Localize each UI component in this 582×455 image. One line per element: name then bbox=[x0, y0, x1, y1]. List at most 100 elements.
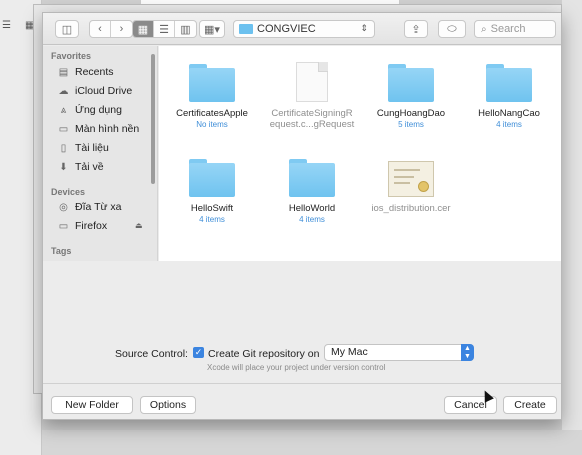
recents-icon: ▤ bbox=[58, 66, 69, 78]
search-placeholder: Search bbox=[490, 23, 526, 35]
sidebar-item-label: iCloud Drive bbox=[75, 85, 133, 97]
eject-icon[interactable]: ⏏ bbox=[135, 221, 143, 230]
file-item[interactable]: HelloSwift 4 items bbox=[162, 159, 262, 225]
new-folder-button[interactable]: New Folder bbox=[51, 396, 133, 414]
sidebar-item-label: Tài liệu bbox=[75, 142, 109, 154]
path-folder-label: CONGVIEC bbox=[257, 23, 316, 35]
file-item[interactable]: ios_distribution.cer bbox=[361, 159, 461, 214]
icon-view-button[interactable]: ▦ bbox=[133, 21, 154, 37]
file-name: HelloWorld bbox=[288, 203, 336, 214]
repository-location-popup[interactable]: My Mac ▲ ▼ bbox=[324, 344, 474, 361]
search-field[interactable]: ⌕ Search bbox=[474, 20, 556, 38]
chevron-right-icon: › bbox=[119, 23, 124, 35]
tags-heading: Tags bbox=[51, 246, 72, 256]
git-repository-checkbox[interactable]: ✓ bbox=[193, 347, 204, 358]
folder-icon bbox=[388, 64, 434, 102]
sidebar-icon: ◫ bbox=[61, 23, 73, 36]
repository-location-value: My Mac bbox=[331, 346, 368, 358]
desktop-icon: ▭ bbox=[58, 123, 69, 135]
folder-icon bbox=[486, 64, 532, 102]
sidebar-item-label: Recents bbox=[75, 66, 114, 78]
file-name: CertificateSigningR equest.c...gRequest bbox=[269, 108, 355, 130]
file-item[interactable]: HelloWorld 4 items bbox=[262, 159, 362, 225]
options-area: Source Control: ✓ Create Git repository … bbox=[43, 261, 561, 383]
sidebar-item-label: Đĩa Từ xa bbox=[75, 201, 122, 213]
updown-chevron-icon: ▲ ▼ bbox=[461, 344, 474, 361]
chevron-left-icon: ‹ bbox=[98, 23, 102, 35]
sidebar-item-downloads[interactable]: ⬇ Tải về bbox=[57, 159, 104, 175]
file-name: HelloSwift bbox=[190, 203, 234, 214]
background-glyph-icon: ☰ bbox=[2, 20, 11, 31]
item-count: 5 items bbox=[398, 120, 424, 129]
sidebar-item-recents[interactable]: ▤ Recents bbox=[57, 64, 114, 80]
sidebar-item-applications[interactable]: ⩓ Ứng dụng bbox=[57, 102, 122, 118]
back-forward-control: ‹ › bbox=[89, 20, 133, 38]
folder-icon bbox=[239, 24, 253, 34]
certificate-icon bbox=[388, 161, 434, 197]
file-item[interactable]: CertificateSigningR equest.c...gRequest bbox=[262, 62, 362, 130]
sidebar-item-label: Firefox bbox=[75, 220, 108, 232]
search-icon: ⌕ bbox=[481, 23, 487, 35]
downloads-icon: ⬇ bbox=[59, 161, 68, 173]
path-popup[interactable]: CONGVIEC ⇕ bbox=[233, 20, 375, 38]
share-icon: ⇪ bbox=[411, 23, 421, 36]
disk-icon: ◎ bbox=[59, 201, 68, 213]
view-mode-control: ▦ ☰ ▥ bbox=[132, 20, 197, 38]
applications-icon: ⩓ bbox=[60, 104, 67, 116]
columns-icon: ▥ bbox=[180, 23, 191, 36]
sidebar-item-desktop[interactable]: ▭ Màn hình nền bbox=[57, 121, 139, 137]
item-count: No items bbox=[196, 120, 228, 129]
document-icon bbox=[296, 62, 328, 102]
share-button[interactable]: ⇪ bbox=[404, 20, 428, 38]
item-count: 4 items bbox=[199, 215, 225, 224]
sidebar-item-icloud-drive[interactable]: ☁ iCloud Drive bbox=[57, 83, 133, 99]
tag-icon: ⬭ bbox=[447, 22, 457, 35]
file-name: CertificatesApple bbox=[176, 108, 248, 119]
folder-icon bbox=[189, 64, 235, 102]
sidebar-item-label: Màn hình nền bbox=[75, 123, 140, 135]
create-button[interactable]: Create bbox=[503, 396, 557, 414]
tag-button[interactable]: ⬭ bbox=[438, 20, 466, 38]
file-name: HelloNangCao bbox=[478, 108, 540, 119]
favorites-heading: Favorites bbox=[51, 51, 92, 61]
folder-icon bbox=[189, 159, 235, 197]
background-window-bottom bbox=[42, 430, 582, 455]
file-name: ios_distribution.cer bbox=[371, 203, 451, 214]
sidebar-item-documents[interactable]: ▯ Tài liệu bbox=[57, 140, 109, 156]
sidebar-scrollbar[interactable] bbox=[151, 54, 155, 184]
folder-icon bbox=[289, 159, 335, 197]
sidebar-item-remote-disc[interactable]: ◎ Đĩa Từ xa bbox=[57, 199, 122, 215]
item-count: 4 items bbox=[299, 215, 325, 224]
options-button[interactable]: Options bbox=[140, 396, 196, 414]
save-dialog: ◫ ‹ › ▦ ☰ ▥ ▦▾ CONGVIEC ⇕ ⇪ ⬭ ⌕ Search F… bbox=[42, 12, 562, 420]
back-button[interactable]: ‹ bbox=[90, 21, 111, 37]
sidebar: Favorites ▤ Recents ☁ iCloud Drive ⩓ Ứng… bbox=[43, 46, 158, 261]
list-view-button[interactable]: ☰ bbox=[154, 21, 175, 37]
grid-icon: ▦ bbox=[137, 23, 149, 36]
item-count: 4 items bbox=[496, 120, 522, 129]
sidebar-item-label: Ứng dụng bbox=[75, 104, 122, 116]
updown-chevron-icon: ⇕ bbox=[360, 23, 368, 33]
file-item[interactable]: CungHoangDao 5 items bbox=[361, 64, 461, 130]
sidebar-item-label: Tải về bbox=[75, 161, 104, 173]
file-item[interactable]: HelloNangCao 4 items bbox=[459, 64, 559, 130]
drive-icon: ▭ bbox=[58, 220, 69, 232]
git-repository-checkbox-label[interactable]: Create Git repository on bbox=[208, 348, 319, 360]
devices-heading: Devices bbox=[51, 187, 86, 197]
forward-button[interactable]: › bbox=[111, 21, 132, 37]
file-item[interactable]: CertificatesApple No items bbox=[162, 64, 262, 130]
sidebar-toggle-button[interactable]: ◫ bbox=[55, 20, 79, 38]
dialog-toolbar: ◫ ‹ › ▦ ☰ ▥ ▦▾ CONGVIEC ⇕ ⇪ ⬭ ⌕ Search bbox=[43, 13, 561, 45]
checkmark-icon: ✓ bbox=[194, 347, 203, 357]
arrange-icon: ▦▾ bbox=[204, 23, 220, 36]
arrange-button[interactable]: ▦▾ bbox=[199, 20, 225, 38]
column-view-button[interactable]: ▥ bbox=[175, 21, 196, 37]
list-icon: ☰ bbox=[159, 23, 169, 36]
sidebar-item-firefox[interactable]: ▭ Firefox bbox=[57, 218, 107, 234]
file-name: CungHoangDao bbox=[376, 108, 446, 119]
background-window-right bbox=[562, 0, 582, 455]
cloud-icon: ☁ bbox=[58, 85, 69, 97]
documents-icon: ▯ bbox=[60, 142, 67, 154]
file-browser: CertificatesApple No items CertificateSi… bbox=[159, 46, 561, 261]
source-control-hint: Xcode will place your project under vers… bbox=[207, 363, 386, 372]
